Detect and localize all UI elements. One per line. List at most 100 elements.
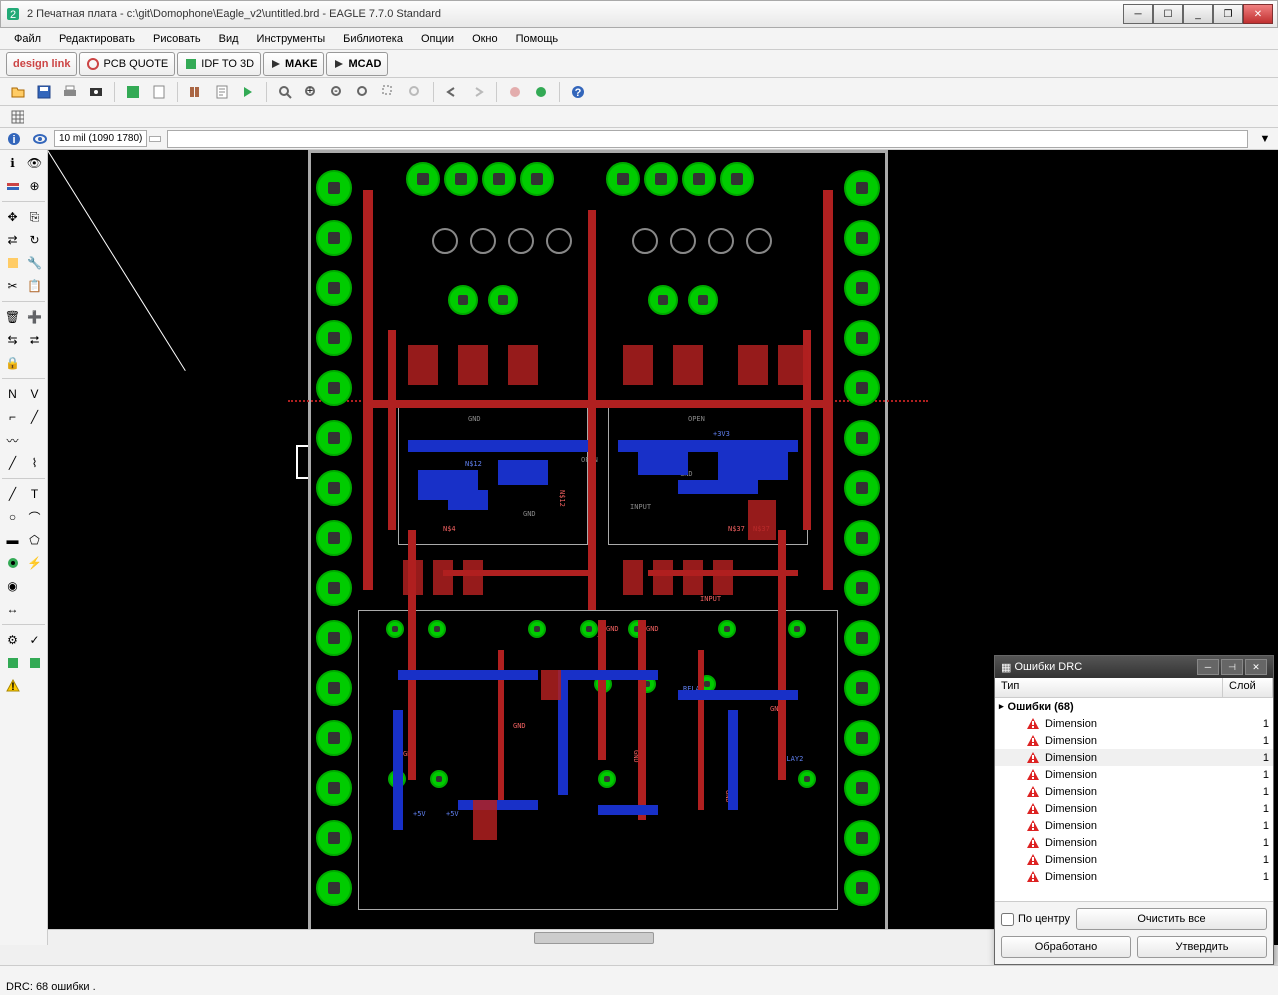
designlink-button[interactable]: design link [6, 52, 77, 76]
drc-list[interactable]: Ошибки (68) Dimension1Dimension1Dimensio… [995, 698, 1273, 901]
drc-min-button[interactable]: ─ [1197, 659, 1219, 675]
drc-error-item[interactable]: Dimension1 [995, 766, 1273, 783]
make-button[interactable]: MAKE [263, 52, 324, 76]
restore-button[interactable]: ❐ [1213, 4, 1243, 24]
via-tool-icon[interactable] [2, 552, 23, 574]
drc-error-item[interactable]: Dimension1 [995, 851, 1273, 868]
maximize-button[interactable]: ☐ [1153, 4, 1183, 24]
rotate-tool-icon[interactable]: ↻ [24, 229, 45, 251]
close-button[interactable]: ✕ [1243, 4, 1273, 24]
menu-view[interactable]: Вид [211, 31, 247, 47]
drc-error-item[interactable]: Dimension1 [995, 800, 1273, 817]
miter-tool-icon[interactable]: ⌐ [2, 406, 23, 428]
drc-clear-button[interactable]: Очистить все [1076, 908, 1267, 930]
cut-tool-icon[interactable]: ✂ [2, 275, 23, 297]
sheet-icon[interactable] [147, 81, 171, 103]
drc-error-item[interactable]: Dimension1 [995, 834, 1273, 851]
eye-icon[interactable] [28, 128, 52, 150]
open-icon[interactable] [6, 81, 30, 103]
drc-col-type[interactable]: Тип [995, 678, 1223, 697]
menu-library[interactable]: Библиотека [335, 31, 411, 47]
circle-tool-icon[interactable]: ○ [2, 506, 23, 528]
meander-tool-icon[interactable]: ⌇ [24, 452, 45, 474]
drc-approve-button[interactable]: Утвердить [1137, 936, 1267, 958]
auto-tool-icon[interactable]: ⚙ [2, 629, 23, 651]
lock-tool-icon[interactable]: 🔒 [2, 352, 23, 374]
arc-tool-icon[interactable]: ⌒ [24, 506, 45, 528]
change-tool-icon[interactable]: 🔧 [24, 252, 45, 274]
command-input[interactable] [167, 130, 1248, 148]
signal-tool-icon[interactable]: ⚡ [24, 552, 45, 574]
menu-window[interactable]: Окно [464, 31, 506, 47]
move-tool-icon[interactable]: ✥ [2, 206, 23, 228]
ratsnest-tool-icon[interactable] [24, 598, 45, 620]
delete-tool-icon[interactable]: 🗑 [2, 306, 23, 328]
ripup-tool-icon[interactable] [24, 429, 45, 451]
zoom-prev-icon[interactable] [403, 81, 427, 103]
save-icon[interactable] [32, 81, 56, 103]
warning-icon[interactable]: ! [2, 675, 24, 697]
mirror-tool-icon[interactable]: ⇄ [2, 229, 23, 251]
replace-tool-icon[interactable]: ⮂ [24, 329, 45, 351]
attribute-tool-icon[interactable] [24, 575, 45, 597]
erc-tool-icon[interactable] [2, 652, 23, 674]
idf3d-button[interactable]: IDF TO 3D [177, 52, 261, 76]
info-tool-icon[interactable]: ℹ [2, 152, 23, 174]
split-tool-icon[interactable]: ╱ [24, 406, 45, 428]
cam-icon[interactable] [84, 81, 108, 103]
info-icon[interactable]: i [2, 128, 26, 150]
menu-tools[interactable]: Инструменты [249, 31, 334, 47]
drc-error-item[interactable]: Dimension1 [995, 783, 1273, 800]
wire-tool-icon[interactable]: ╱ [2, 452, 23, 474]
dropdown-icon[interactable]: ▼ [1254, 128, 1276, 150]
dimension-tool-icon[interactable]: ↔ [2, 598, 23, 620]
group-tool-icon[interactable] [2, 252, 23, 274]
zoom-redraw-icon[interactable] [351, 81, 375, 103]
help-icon[interactable]: ? [566, 81, 590, 103]
minimize-button[interactable]: ─ [1123, 4, 1153, 24]
drc-error-item[interactable]: Dimension1 [995, 817, 1273, 834]
run-icon[interactable] [236, 81, 260, 103]
layer-tool-icon[interactable] [2, 175, 23, 197]
text-tool-icon[interactable]: T [24, 483, 45, 505]
drc-error-item[interactable]: Dimension1 [995, 732, 1273, 749]
board-icon[interactable] [121, 81, 145, 103]
pcbquote-button[interactable]: PCB QUOTE [79, 52, 175, 76]
zoom-out-icon[interactable]: - [325, 81, 349, 103]
redo-icon[interactable] [466, 81, 490, 103]
drc-root-item[interactable]: Ошибки (68) [995, 698, 1273, 715]
add-tool-icon[interactable]: ➕ [24, 306, 45, 328]
name-tool-icon[interactable]: N [2, 383, 23, 405]
mcad-button[interactable]: MCAD [326, 52, 388, 76]
drc-titlebar[interactable]: ▦ Ошибки DRC ─ ⊣ ✕ [995, 656, 1273, 678]
errors-tool-icon[interactable] [24, 652, 45, 674]
drc-error-item[interactable]: Dimension1 [995, 868, 1273, 885]
polygon-tool-icon[interactable]: ⬠ [24, 529, 45, 551]
zoom-in-icon[interactable]: + [299, 81, 323, 103]
copy-tool-icon[interactable]: ⎘ [24, 206, 45, 228]
paste-tool-icon[interactable]: 📋 [24, 275, 45, 297]
undo-icon[interactable] [440, 81, 464, 103]
script-icon[interactable] [210, 81, 234, 103]
grid-icon[interactable] [6, 108, 28, 126]
library-icon[interactable] [184, 81, 208, 103]
hole-tool-icon[interactable]: ◉ [2, 575, 23, 597]
route-tool-icon[interactable]: 〰 [2, 429, 23, 451]
drc-pin-button[interactable]: ⊣ [1221, 659, 1243, 675]
minimize2-button[interactable]: _ [1183, 4, 1213, 24]
drc-col-layer[interactable]: Слой [1223, 678, 1273, 697]
drc-tool-icon[interactable]: ✓ [24, 629, 45, 651]
zoom-fit-icon[interactable] [273, 81, 297, 103]
menu-file[interactable]: Файл [6, 31, 49, 47]
drc-center-checkbox[interactable]: По центру [1001, 913, 1070, 926]
line-tool-icon[interactable]: ╱ [2, 483, 23, 505]
menu-draw[interactable]: Рисовать [145, 31, 209, 47]
go-icon[interactable] [529, 81, 553, 103]
menu-edit[interactable]: Редактировать [51, 31, 143, 47]
menu-options[interactable]: Опции [413, 31, 462, 47]
smash-tool-icon[interactable] [24, 352, 45, 374]
show-tool-icon[interactable]: 👁 [24, 152, 45, 174]
zoom-select-icon[interactable] [377, 81, 401, 103]
rect-tool-icon[interactable]: ▬ [2, 529, 23, 551]
menu-help[interactable]: Помощь [508, 31, 567, 47]
